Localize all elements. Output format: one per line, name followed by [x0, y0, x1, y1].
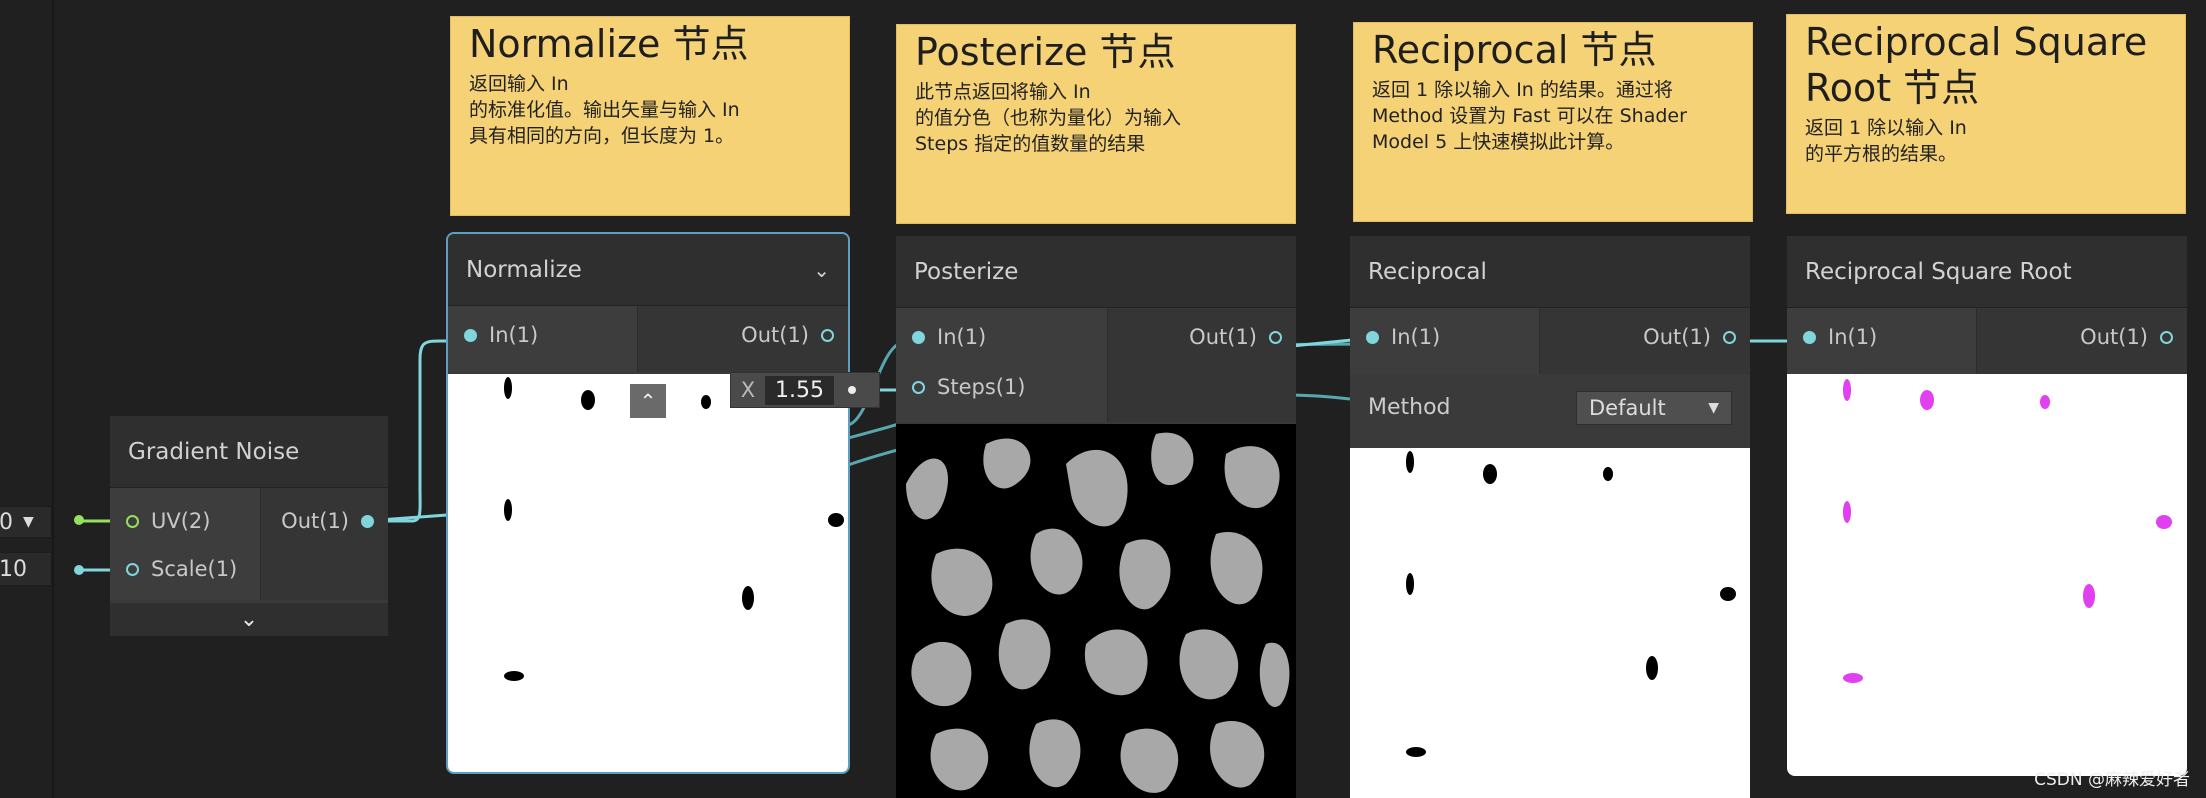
- uv-input-field[interactable]: 0 ▼: [0, 506, 52, 538]
- sticky-line: 返回 1 除以输入 In: [1805, 117, 1967, 139]
- steps-input[interactable]: X 1.55: [730, 372, 880, 408]
- port-steps-label: Steps(1): [937, 375, 1026, 399]
- normalize-node[interactable]: Normalize ⌄ In(1) Out(1) ⌃: [446, 232, 850, 774]
- sticky-note-normalize[interactable]: Normalize 节点 返回输入 In 的标准化值。输出矢量与输入 In 具有…: [450, 16, 850, 216]
- out-port-icon[interactable]: [1723, 330, 1736, 344]
- steps-value[interactable]: 1.55: [765, 375, 834, 405]
- sticky-line: Method 设置为 Fast 可以在 Shader: [1372, 105, 1687, 127]
- method-row: Method Default ▼: [1350, 375, 1750, 447]
- uv-input-port-icon[interactable]: [74, 515, 84, 525]
- port-in[interactable]: In(1): [1366, 322, 1440, 352]
- port-in-label: In(1): [1391, 325, 1441, 349]
- posterize-title: Posterize: [914, 259, 1019, 285]
- sticky-title: Normalize 节点: [469, 22, 749, 66]
- method-value: Default: [1589, 396, 1666, 420]
- port-out-label: Out(1): [2080, 325, 2148, 349]
- reciprocal-title: Reciprocal: [1368, 259, 1487, 285]
- port-in-label: In(1): [937, 325, 987, 349]
- sticky-note-reciprocal[interactable]: Reciprocal 节点 返回 1 除以输入 In 的结果。通过将 Metho…: [1353, 22, 1753, 222]
- steps-axis-label: X: [740, 378, 756, 402]
- gradient-noise-header[interactable]: Gradient Noise: [110, 416, 388, 488]
- port-uv-label: UV(2): [151, 509, 211, 533]
- port-in[interactable]: In(1): [912, 322, 986, 352]
- sticky-note-posterize[interactable]: Posterize 节点 此节点返回将输入 In 的值分色（也称为量化）为输入 …: [896, 24, 1296, 224]
- gradient-noise-node[interactable]: Gradient Noise UV(2) Scale(1) Out(1) ⌄: [110, 416, 388, 636]
- posterize-node[interactable]: Posterize In(1) Steps(1) Out(1): [896, 236, 1296, 798]
- dropdown-arrow-icon: ▼: [1708, 400, 1719, 416]
- port-out[interactable]: Out(1): [281, 506, 374, 536]
- sticky-line: Model 5 上快速模拟此计算。: [1372, 131, 1625, 153]
- in-port-icon[interactable]: [1366, 330, 1379, 344]
- port-out[interactable]: Out(1): [2080, 322, 2173, 352]
- port-out[interactable]: Out(1): [1189, 322, 1282, 352]
- port-scale-label: Scale(1): [151, 557, 238, 581]
- posterize-preview: [896, 424, 1296, 798]
- port-out[interactable]: Out(1): [1643, 322, 1736, 352]
- out-port-icon[interactable]: [361, 514, 374, 528]
- scale-input-port-icon[interactable]: [74, 565, 84, 575]
- posterize-header[interactable]: Posterize: [896, 236, 1296, 308]
- reciprocal-node[interactable]: Reciprocal In(1) Out(1) Method Default ▼: [1350, 236, 1750, 798]
- port-in[interactable]: In(1): [464, 320, 538, 350]
- chevron-down-icon[interactable]: ⌄: [813, 234, 830, 306]
- sticky-line: 此节点返回将输入 In: [915, 81, 1091, 103]
- out-port-icon[interactable]: [821, 328, 834, 342]
- in-port-icon[interactable]: [464, 328, 477, 342]
- collapse-preview-button[interactable]: ⌃: [630, 384, 666, 418]
- port-in[interactable]: In(1): [1803, 322, 1877, 352]
- port-steps[interactable]: Steps(1): [912, 372, 1026, 402]
- method-dropdown[interactable]: Default ▼: [1576, 391, 1732, 425]
- reciprocal-sqrt-node[interactable]: Reciprocal Square Root In(1) Out(1): [1787, 236, 2187, 776]
- chevron-down-icon: ⌄: [239, 607, 259, 632]
- sticky-note-reciprocal-sqrt[interactable]: Reciprocal Square Root 节点 返回 1 除以输入 In 的…: [1786, 14, 2186, 214]
- dropdown-arrow-icon[interactable]: ▼: [23, 514, 34, 530]
- scale-input-field[interactable]: 10: [0, 552, 52, 586]
- reciprocal-preview: [1350, 448, 1750, 798]
- sticky-line: 的值分色（也称为量化）为输入: [915, 107, 1182, 129]
- port-in-label: In(1): [1828, 325, 1878, 349]
- sticky-line: 具有相同的方向，但长度为 1。: [469, 125, 735, 147]
- expand-preview-button[interactable]: ⌄: [110, 603, 388, 636]
- scale-value: 10: [0, 556, 27, 582]
- uv-port-icon[interactable]: [126, 514, 139, 528]
- watermark: CSDN @麻辣爱好者: [2034, 770, 2190, 790]
- scale-port-icon[interactable]: [126, 562, 139, 576]
- steps-dot-icon: [847, 386, 856, 394]
- sticky-line: 返回 1 除以输入 In 的结果。通过将: [1372, 79, 1673, 101]
- port-out-label: Out(1): [1643, 325, 1711, 349]
- uv-value: 0: [0, 509, 13, 535]
- reciprocal-sqrt-preview: [1787, 374, 2187, 776]
- chevron-up-icon: ⌃: [639, 389, 657, 413]
- reciprocal-sqrt-header[interactable]: Reciprocal Square Root: [1787, 236, 2187, 308]
- out-port-icon[interactable]: [2160, 330, 2173, 344]
- normalize-title: Normalize: [466, 257, 582, 283]
- sticky-line: 的标准化值。输出矢量与输入 In: [469, 99, 740, 121]
- sticky-title: Reciprocal 节点: [1372, 28, 1657, 72]
- graph-divider: [52, 0, 54, 798]
- out-port-icon[interactable]: [1269, 330, 1282, 344]
- in-port-icon[interactable]: [912, 330, 925, 344]
- port-out-label: Out(1): [1189, 325, 1257, 349]
- port-in-label: In(1): [489, 323, 539, 347]
- normalize-header[interactable]: Normalize ⌄: [448, 234, 848, 306]
- sticky-line: 返回输入 In: [469, 73, 569, 95]
- sticky-title: Reciprocal Square Root 节点: [1805, 20, 2148, 110]
- sticky-line: 的平方根的结果。: [1805, 143, 1958, 165]
- steps-port-icon[interactable]: [912, 380, 925, 394]
- gradient-noise-title: Gradient Noise: [128, 439, 300, 465]
- normalize-preview: [448, 374, 848, 772]
- port-scale[interactable]: Scale(1): [126, 554, 237, 584]
- sticky-title: Posterize 节点: [915, 30, 1176, 74]
- port-out[interactable]: Out(1): [741, 320, 834, 350]
- port-out-label: Out(1): [741, 323, 809, 347]
- sticky-line: Steps 指定的值数量的结果: [915, 133, 1146, 155]
- method-label: Method: [1368, 395, 1451, 420]
- in-port-icon[interactable]: [1803, 330, 1816, 344]
- port-out-label: Out(1): [281, 509, 349, 533]
- port-uv[interactable]: UV(2): [126, 506, 210, 536]
- reciprocal-header[interactable]: Reciprocal: [1350, 236, 1750, 308]
- reciprocal-sqrt-title: Reciprocal Square Root: [1805, 259, 2072, 285]
